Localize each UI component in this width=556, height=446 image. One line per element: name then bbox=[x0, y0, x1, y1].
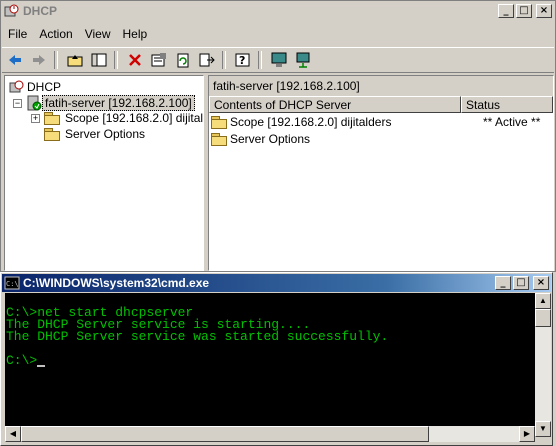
list-item[interactable]: Scope [192.168.2.0] dijitalders ** Activ… bbox=[211, 115, 551, 129]
cmd-titlebar[interactable]: C:\ C:\WINDOWS\system32\cmd.exe _ □ × bbox=[2, 274, 551, 292]
console-line: The DHCP Server service was started succ… bbox=[6, 329, 389, 344]
expand-icon[interactable]: + bbox=[31, 113, 40, 123]
menu-action[interactable]: Action bbox=[33, 27, 78, 41]
minimize-button[interactable]: _ bbox=[498, 4, 514, 18]
dhcp-window-title: DHCP bbox=[23, 4, 58, 18]
minimize-button[interactable]: _ bbox=[495, 276, 511, 290]
scroll-thumb[interactable] bbox=[535, 309, 551, 327]
computer-icon[interactable] bbox=[268, 50, 290, 70]
tree-label: DHCP bbox=[27, 80, 62, 94]
toolbar-separator bbox=[258, 51, 262, 69]
folder-icon bbox=[211, 132, 227, 146]
refresh-icon[interactable] bbox=[172, 50, 194, 70]
properties-icon[interactable] bbox=[148, 50, 170, 70]
maximize-button[interactable]: □ bbox=[516, 4, 532, 18]
result-list[interactable]: Contents of DHCP Server Status Scope [19… bbox=[209, 96, 553, 270]
horizontal-scrollbar[interactable]: ◀ ▶ bbox=[5, 426, 535, 442]
list-item[interactable]: Server Options bbox=[211, 132, 310, 146]
help-icon[interactable]: ? bbox=[232, 50, 254, 70]
dhcp-app-icon bbox=[4, 4, 19, 17]
result-pane-header: fatih-server [192.168.2.100] bbox=[213, 79, 360, 93]
collapse-icon[interactable]: − bbox=[13, 98, 22, 108]
tree-item-dhcp-root[interactable]: DHCP bbox=[9, 79, 63, 95]
toolbar: ? bbox=[2, 47, 554, 73]
forward-icon[interactable] bbox=[28, 50, 50, 70]
toolbar-separator bbox=[54, 51, 58, 69]
console-output[interactable]: C:\>net start dhcpserver The DHCP Server… bbox=[5, 293, 535, 439]
folder-icon bbox=[44, 111, 60, 125]
console-tree-pane[interactable]: DHCP − fatih-server [192.168.2.100] + Sc… bbox=[4, 75, 204, 271]
list-item-name: Server Options bbox=[230, 132, 311, 146]
tree-label: Server Options bbox=[65, 127, 146, 141]
cmd-window: C:\ C:\WINDOWS\system32\cmd.exe _ □ × C:… bbox=[0, 272, 553, 446]
server-icon bbox=[27, 95, 42, 111]
scroll-thumb[interactable] bbox=[21, 426, 429, 442]
folder-icon bbox=[44, 127, 60, 141]
tree-item-server[interactable]: − fatih-server [192.168.2.100] bbox=[13, 95, 195, 111]
maximize-button[interactable]: □ bbox=[513, 276, 529, 290]
toolbar-separator bbox=[222, 51, 226, 69]
list-item-name: Scope [192.168.2.0] dijitalders bbox=[230, 115, 392, 129]
export-icon[interactable] bbox=[196, 50, 218, 70]
column-header-status[interactable]: Status bbox=[461, 96, 553, 113]
dhcp-icon bbox=[9, 80, 24, 93]
console-prompt: C:\> bbox=[6, 353, 38, 368]
vertical-scrollbar[interactable]: ▲ ▼ bbox=[535, 293, 551, 437]
show-hide-tree-icon[interactable] bbox=[88, 50, 110, 70]
scroll-right-icon[interactable]: ▶ bbox=[519, 426, 535, 442]
up-folder-icon[interactable] bbox=[64, 50, 86, 70]
connect-icon[interactable] bbox=[292, 50, 314, 70]
folder-icon bbox=[211, 115, 227, 129]
menu-bar: File Action View Help bbox=[2, 24, 554, 44]
tree-label: Scope [192.168.2.0] dijitald bbox=[65, 111, 204, 125]
delete-icon[interactable] bbox=[124, 50, 146, 70]
tree-item-scope[interactable]: + Scope [192.168.2.0] dijitald bbox=[31, 111, 204, 125]
svg-text:?: ? bbox=[239, 54, 245, 67]
cmd-app-icon: C:\ bbox=[4, 276, 20, 290]
cmd-window-title: C:\WINDOWS\system32\cmd.exe bbox=[23, 276, 210, 290]
column-header-contents[interactable]: Contents of DHCP Server bbox=[209, 96, 461, 113]
console-prompt-line: C:\> bbox=[5, 353, 535, 368]
scroll-up-icon[interactable]: ▲ bbox=[535, 293, 551, 309]
toolbar-separator bbox=[114, 51, 118, 69]
dhcp-titlebar[interactable]: DHCP _ □ × bbox=[2, 2, 554, 20]
tree-label: fatih-server [192.168.2.100] bbox=[42, 95, 195, 111]
svg-text:C:\: C:\ bbox=[6, 280, 19, 288]
close-button[interactable]: × bbox=[533, 276, 549, 290]
back-icon[interactable] bbox=[4, 50, 26, 70]
scroll-down-icon[interactable]: ▼ bbox=[535, 421, 551, 437]
text-cursor bbox=[37, 365, 46, 367]
close-button[interactable]: × bbox=[536, 4, 552, 18]
tree-item-server-options[interactable]: Server Options bbox=[44, 127, 147, 141]
list-item-status: ** Active ** bbox=[483, 115, 541, 129]
result-pane: fatih-server [192.168.2.100] Contents of… bbox=[208, 75, 554, 271]
dhcp-window: DHCP _ □ × File Action View Help ? DHCP … bbox=[0, 0, 556, 272]
scroll-left-icon[interactable]: ◀ bbox=[5, 426, 21, 442]
menu-file[interactable]: File bbox=[2, 27, 33, 41]
menu-help[interactable]: Help bbox=[117, 27, 154, 41]
menu-view[interactable]: View bbox=[79, 27, 117, 41]
